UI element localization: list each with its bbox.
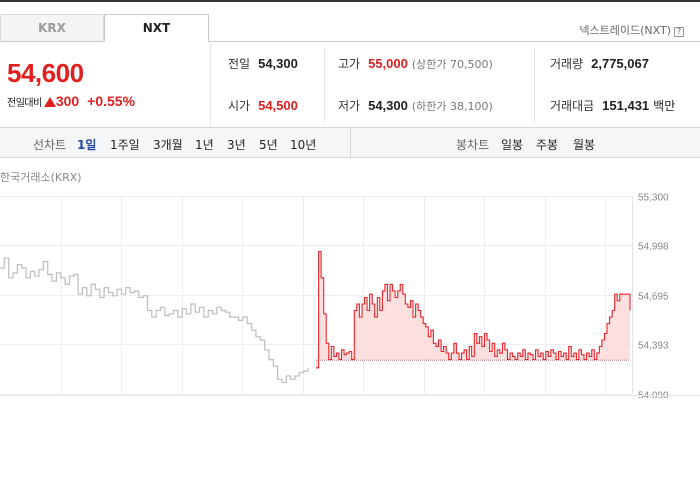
stat-value: 54,300 xyxy=(368,98,408,113)
change-value: 300 xyxy=(55,93,80,109)
stat-value: 55,000 xyxy=(368,56,408,71)
tab-krx[interactable]: KRX xyxy=(0,14,104,42)
y-tick-label: 54,695 xyxy=(638,292,669,303)
top-rule xyxy=(0,0,700,2)
tab-baseline xyxy=(209,41,700,42)
lower-limit: (하한가 38,100) xyxy=(411,100,493,113)
stat-high: 고가 55,000 (상한가 70,500) xyxy=(338,55,493,72)
candle-daily[interactable]: 일봉 xyxy=(501,136,523,153)
tab-nxt[interactable]: NXT xyxy=(104,14,209,42)
stat-prev-close: 전일 54,300 xyxy=(228,55,298,72)
market-tabs: KRX NXT 넥스트레이드(NXT)? xyxy=(0,14,700,42)
chart-canvas: 55,30054,99854,69554,39354,090 xyxy=(0,193,669,398)
upper-limit: (상한가 70,500) xyxy=(411,58,493,71)
help-icon[interactable]: ? xyxy=(674,27,684,37)
candle-weekly[interactable]: 주봉 xyxy=(536,136,558,153)
toolbar-divider xyxy=(350,128,351,157)
stat-turnover: 거래대금 151,431 백만 xyxy=(550,97,675,114)
change-percent: +0.55% xyxy=(87,93,136,109)
period-1y[interactable]: 1년 xyxy=(195,136,214,153)
stat-volume: 거래량 2,775,067 xyxy=(550,55,649,72)
stat-unit: 백만 xyxy=(653,99,676,113)
current-price: 54,600 xyxy=(7,58,84,88)
y-tick-label: 54,998 xyxy=(638,242,669,253)
period-1w[interactable]: 1주일 xyxy=(110,136,140,153)
stat-open: 시가 54,500 xyxy=(228,97,298,114)
stat-value: 54,500 xyxy=(258,98,298,113)
stat-value: 54,300 xyxy=(258,56,298,71)
stat-label: 저가 xyxy=(338,99,361,113)
period-3m[interactable]: 3개월 xyxy=(153,136,183,153)
chart-toolbar: 선차트 1일 1주일 3개월 1년 3년 5년 10년 봉차트 일봉 주봉 월봉 xyxy=(0,127,700,158)
stat-label: 거래대금 xyxy=(550,99,595,113)
stat-label: 거래량 xyxy=(550,57,584,71)
stat-value: 2,775,067 xyxy=(591,56,649,71)
candle-monthly[interactable]: 월봉 xyxy=(573,136,595,153)
period-5y[interactable]: 5년 xyxy=(259,136,278,153)
price-chart: 한국거래소(KRX) 55,30054,99854,69554,39354,09… xyxy=(0,158,700,398)
up-triangle-icon xyxy=(43,97,56,107)
y-tick-label: 54,393 xyxy=(638,341,669,352)
period-1d[interactable]: 1일 xyxy=(77,136,96,153)
stat-label: 시가 xyxy=(228,99,251,113)
y-tick-label: 55,300 xyxy=(638,193,669,204)
divider xyxy=(534,48,535,122)
stat-label: 전일 xyxy=(228,57,251,71)
candle-chart-label: 봉차트 xyxy=(456,138,490,152)
period-3y[interactable]: 3년 xyxy=(227,136,246,153)
provider-label: 넥스트레이드(NXT)? xyxy=(579,22,684,38)
provider-name: 넥스트레이드(NXT) xyxy=(579,24,671,37)
krx-price-line xyxy=(0,257,309,384)
stat-label: 고가 xyxy=(338,57,361,71)
stat-value: 151,431 xyxy=(602,98,650,113)
price-change: 전일대비 300 +0.55% xyxy=(7,93,135,109)
line-chart-label: 선차트 xyxy=(33,138,67,152)
chart-bottom-rule xyxy=(0,395,700,396)
divider xyxy=(324,48,325,122)
change-label: 전일대비 xyxy=(7,98,42,109)
stat-low: 저가 54,300 (하한가 38,100) xyxy=(338,97,493,114)
divider xyxy=(210,42,211,127)
price-panel: 54,600 전일대비 300 +0.55% xyxy=(0,42,210,127)
period-10y[interactable]: 10년 xyxy=(290,136,316,153)
